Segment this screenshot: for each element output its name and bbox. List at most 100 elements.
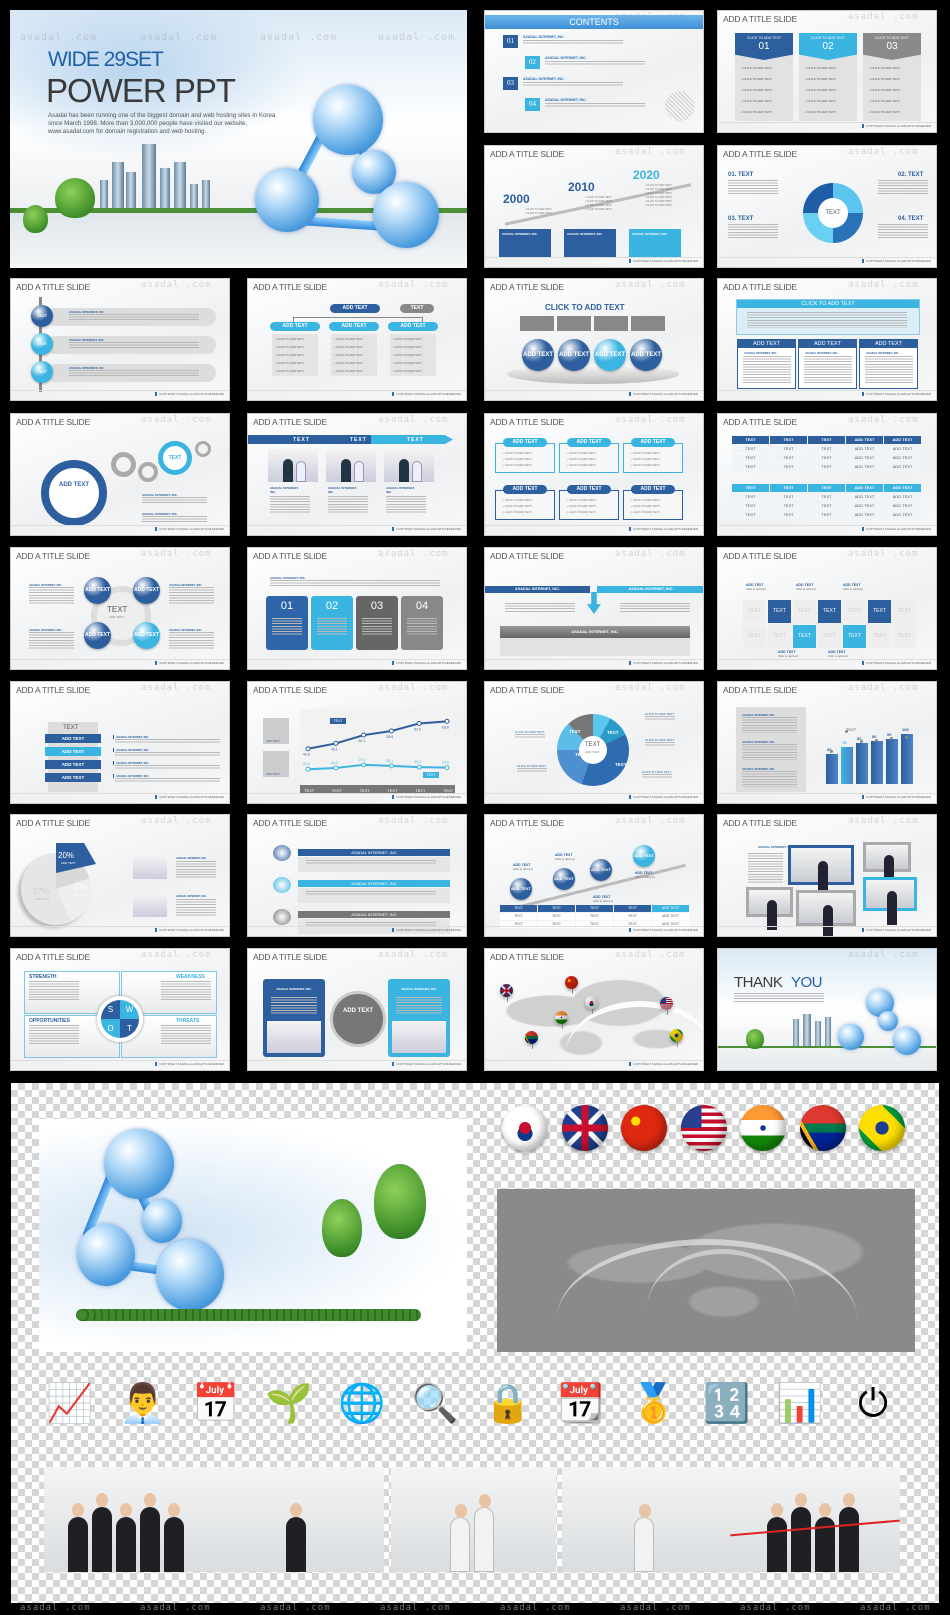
slide-thumbnail[interactable]: ADD A TITLE SLIDE TEXT ADD TEXT ASADAL INTE…	[10, 681, 230, 804]
bullet-item: • CLICK TO ADD TEXT	[631, 457, 660, 461]
number-card[interactable]: 04	[401, 596, 443, 650]
slide-thumbnail[interactable]: ADD A TITLE SLIDE STRENGTH WEAKNESS OPPORTU…	[10, 948, 230, 1071]
item-bar[interactable]: ASADAL INTERNET, INC	[298, 880, 450, 887]
slide-thumbnail[interactable]: ADD A TITLE SLIDE ASADAL INTERNET, INC. AS…	[484, 547, 704, 670]
grid-cell[interactable]: TEXT	[893, 600, 916, 623]
slide-footer: COPYRIGHT ASADAL ALLRIGHTS RESERVED	[11, 390, 229, 397]
stack-item[interactable]: ADD TEXT	[45, 747, 101, 756]
grid-cell[interactable]: TEXT	[743, 625, 766, 648]
trend-point	[875, 739, 878, 742]
top-node[interactable]: ADD TEXT	[330, 304, 380, 313]
uk-flag-pin	[500, 984, 513, 1004]
item-number[interactable]: 01	[503, 35, 518, 48]
person-figure	[286, 1503, 306, 1572]
grid-cell[interactable]: TEXT	[768, 600, 791, 623]
slide-thumbnail[interactable]: ADD A TITLE SLIDE TEXT ADD TEXT ADD TEXT ADD…	[10, 547, 230, 670]
item-number[interactable]: 04	[525, 98, 540, 111]
slide-thumbnail[interactable]: ADD A TITLE SLIDE ADD TEXT ADD TEXT ADD TEX…	[484, 814, 704, 937]
slide-thumbnail[interactable]: ADD A TITLE SLIDE ASADAL INTERNET, INC. CO…	[717, 814, 937, 937]
slide-thumbnail[interactable]: ADD A TITLE SLIDE TEXT ASADAL INTERNET, IN…	[10, 278, 230, 401]
slide-footer: COPYRIGHT ASADAL ALLRIGHTS RESERVED	[11, 926, 229, 933]
child-node[interactable]: ADD TEXT	[270, 322, 320, 331]
grid-cell[interactable]: TEXT	[893, 625, 916, 648]
stack-item[interactable]: ADD TEXT	[45, 734, 101, 743]
small-ring: TEXT	[158, 441, 192, 475]
stack-item[interactable]: ADD TEXT	[45, 773, 101, 782]
grid-cell[interactable]: TEXT	[843, 625, 866, 648]
slide-thumbnail[interactable]: ADD A TITLE SLIDE ADD TEXT ADD TEXT 40.6 45.…	[247, 681, 467, 804]
box-label[interactable]: ADD TEXT	[567, 485, 611, 494]
finish-line-photo	[730, 1467, 900, 1572]
box-label[interactable]: ADD TEXT	[631, 438, 675, 447]
table-cell: ADD TEXT	[846, 502, 883, 510]
series-line	[307, 720, 448, 750]
child-node[interactable]: ADD TEXT	[388, 322, 438, 331]
item-number[interactable]: 02	[525, 56, 540, 69]
box-label[interactable]: ADD TEXT	[567, 438, 611, 447]
box-label[interactable]: ADD TEXT	[503, 438, 547, 447]
tree	[55, 178, 95, 218]
grid-cell[interactable]: TEXT	[843, 600, 866, 623]
slide-thumbnail[interactable]: ADD A TITLE SLIDE ASADAL INTERNET, INC. AS…	[717, 681, 937, 804]
grid-cell[interactable]: TEXT	[868, 600, 891, 623]
slide-thumbnail[interactable]: ADD A TITLE SLIDE TEXT 01. TEXT 02. TEXT 03.…	[717, 145, 937, 268]
tab-column[interactable]: CLICK TO ADD TEXT 03 • CLICK TO ADD TEXT • …	[863, 33, 921, 121]
center-sublabel: ADD TEXT	[109, 615, 124, 619]
grid-cell[interactable]: TEXT	[793, 600, 816, 623]
callout: TEXT	[423, 772, 439, 778]
watermark: asadal .com	[141, 683, 212, 693]
text-panel: ASADAL INTERNET, INC. ASADAL INTERNET, IN…	[736, 707, 806, 792]
number-card[interactable]: 01	[266, 596, 308, 650]
side-node[interactable]: TEXT	[400, 304, 434, 313]
slide-thumbnail[interactable]: ADD A TITLE SLIDE 2000 • CLICK TO ADD TEXT…	[484, 145, 704, 268]
item-bar[interactable]: ASADAL INTERNET, INC	[298, 911, 450, 918]
grid-cell[interactable]: TEXT	[818, 625, 841, 648]
slide-title: ADD A TITLE SLIDE	[490, 952, 564, 962]
slide-thumbnail[interactable]: ADD A TITLE SLIDE COPYRIGHT ASADAL ALLRIG…	[484, 948, 704, 1071]
number-card[interactable]: 03	[356, 596, 398, 650]
grid-cell[interactable]: TEXT	[768, 625, 791, 648]
data-point	[333, 740, 339, 746]
grid-cell[interactable]: TEXT	[818, 600, 841, 623]
stack-item[interactable]: ADD TEXT	[45, 760, 101, 769]
slide-title: ADD A TITLE SLIDE	[16, 282, 90, 292]
item-number[interactable]: 03	[503, 77, 518, 90]
grid-cell[interactable]: TEXT	[868, 625, 891, 648]
box-label[interactable]: ADD TEXT	[503, 485, 547, 494]
slide-thumbnail[interactable]: ADD A TITLE SLIDE CLICK TO ADD TEXT ADD TE…	[484, 278, 704, 401]
box-label[interactable]: ADD TEXT	[631, 485, 675, 494]
grid-cell[interactable]: TEXT	[793, 625, 816, 648]
child-node[interactable]: ADD TEXT	[329, 322, 379, 331]
slide-title: ADD A TITLE SLIDE	[490, 282, 564, 292]
tab-column[interactable]: CLICK TO ADD TEXT 01 • CLICK TO ADD TEXT • …	[735, 33, 793, 121]
copyright-text: COPYRIGHT ASADAL ALLRIGHTS RESERVED	[155, 527, 224, 531]
slide-thumbnail[interactable]: ADD A TITLE SLIDE ASADAL INTERNET, INC. 01…	[247, 547, 467, 670]
body-text-lines	[115, 765, 220, 770]
slide-thumbnail[interactable]: ADD A TITLE SLIDE ASADAL INTERNET, INC. AS…	[247, 948, 467, 1071]
slide-thumbnail[interactable]: ADD A TITLE SLIDE ADD TEXT TEXT ASADAL INTE…	[10, 413, 230, 536]
grid-cell[interactable]: TEXT	[743, 600, 766, 623]
slide-thumbnail[interactable]: ADD A TITLE SLIDE TEXT TEXT TEXT TEXT TEXT TEX…	[717, 547, 937, 670]
slide-thumbnail[interactable]: THANK YOU asadal .com	[717, 948, 937, 1071]
hero-title-slide[interactable]: WIDE 29SET POWER PPT Asadal has been run…	[10, 10, 467, 268]
table-header-cell: TEXT	[732, 436, 769, 444]
bullet-item: • CLICK TO ADD TEXT	[334, 345, 363, 349]
slide-thumbnail[interactable]: ADD A TITLE SLIDE TEXT TEXT TEXT ADD TEXT ADD…	[717, 413, 937, 536]
item-bar[interactable]: ASADAL INTERNET, INC	[298, 849, 450, 856]
item-heading: ASADAL INTERNET, INC.	[523, 35, 565, 39]
slide-thumbnail[interactable]: ADD A TITLE SLIDE 20% ADD TEXT 57% ADD TEXT 2…	[10, 814, 230, 937]
tab-column[interactable]: CLICK TO ADD TEXT 02 • CLICK TO ADD TEXT • …	[799, 33, 857, 121]
slide-thumbnail[interactable]: ADD A TITLE SLIDE ASADAL INTERNET, INC ASA…	[247, 814, 467, 937]
slide-thumbnail[interactable]: CONTENTS 01 ASADAL INTERNET, INC. 02 ASADAL …	[484, 10, 704, 133]
slide-thumbnail[interactable]: ADD A TITLE SLIDE TEXT ADD TEXT TEXT TEXT TEX…	[484, 681, 704, 804]
slide-thumbnail[interactable]: ADD A TITLE SLIDE CLICK TO ADD TEXT ADD TE…	[717, 278, 937, 401]
slide-thumbnail[interactable]: ADD A TITLE SLIDE TEXT ASADAL INTERNET, IN…	[247, 413, 467, 536]
copyright-text: COPYRIGHT ASADAL ALLRIGHTS RESERVED	[155, 928, 224, 932]
slide-thumbnail[interactable]: ADD A TITLE SLIDE ADD TEXT TEXT ADD TEXT • C…	[247, 278, 467, 401]
slide-title: ADD A TITLE SLIDE	[253, 685, 327, 695]
slide-thumbnail[interactable]: ADD A TITLE SLIDE ADD TEXT • CLICK TO ADD …	[484, 413, 704, 536]
globe-icon	[878, 1011, 898, 1031]
slide-thumbnail[interactable]: ADD A TITLE SLIDE CLICK TO ADD TEXT 01 • CL…	[717, 10, 937, 133]
number-card[interactable]: 02	[311, 596, 353, 650]
slide-footer: COPYRIGHT ASADAL ALLRIGHTS RESERVED	[248, 926, 466, 933]
